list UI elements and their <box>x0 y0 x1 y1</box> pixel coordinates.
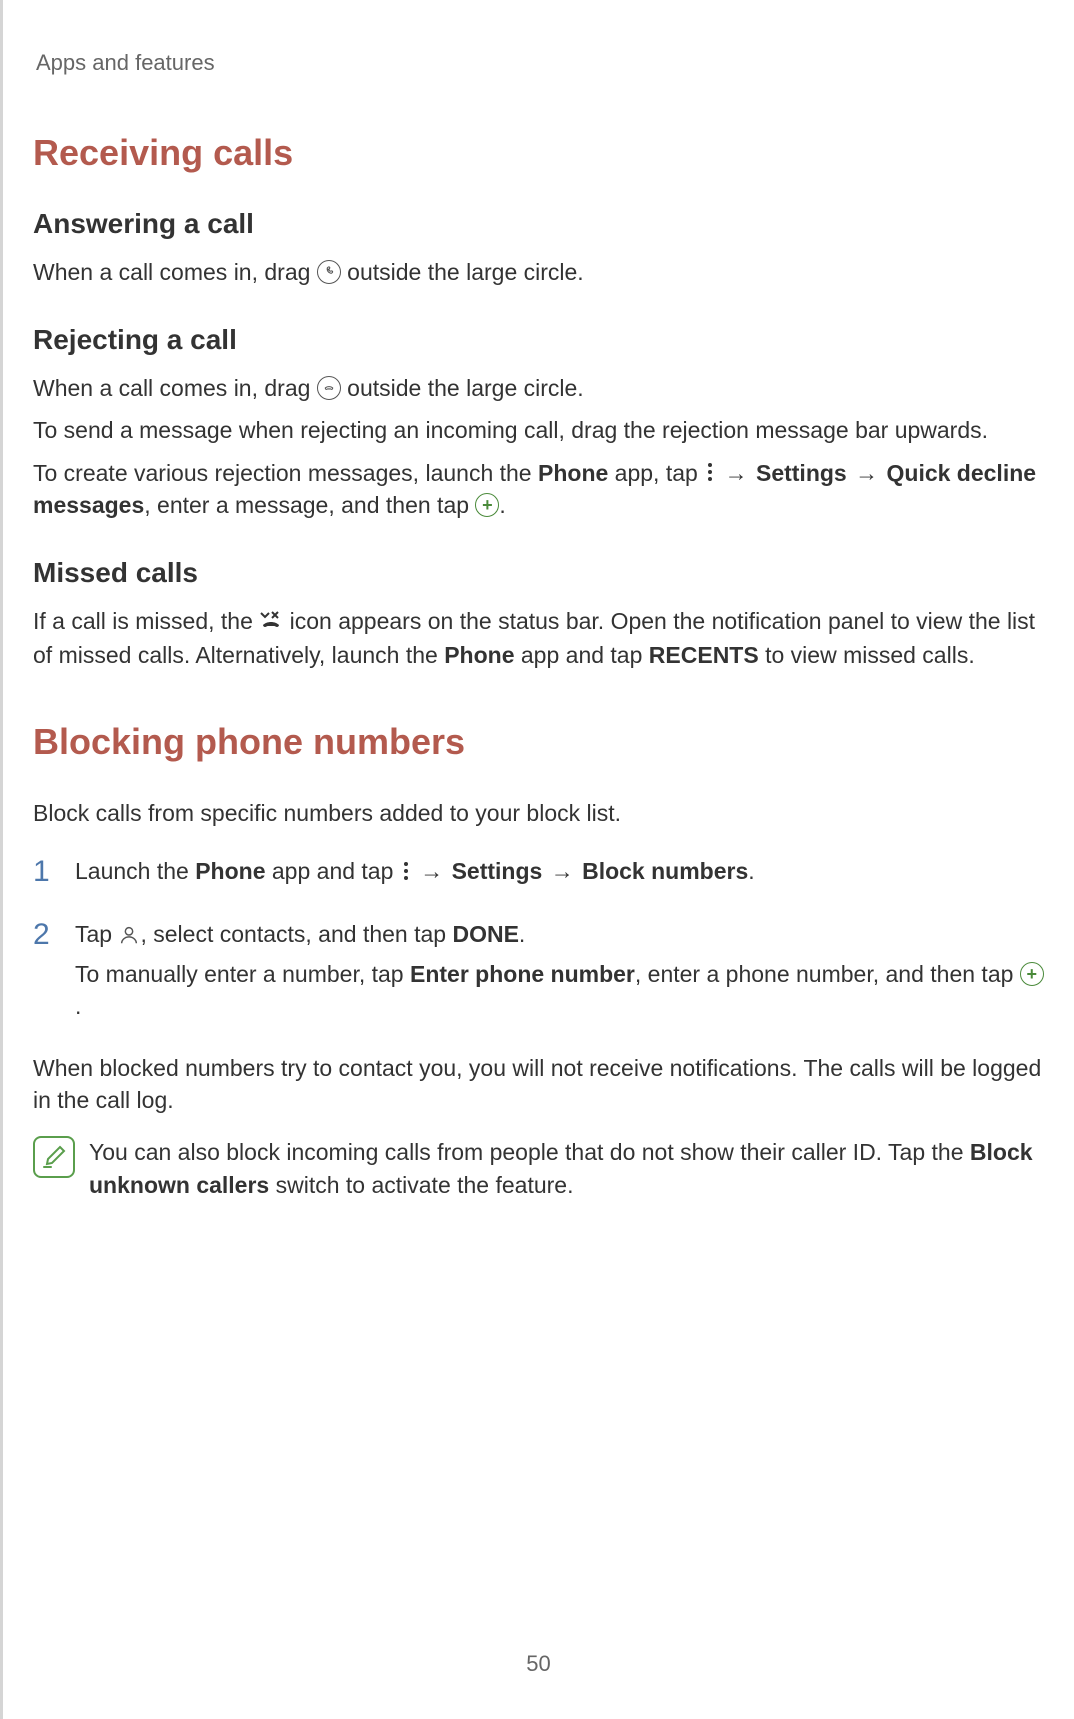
text: If a call is missed, the <box>33 608 259 634</box>
text: outside the large circle. <box>341 375 584 401</box>
missed-call-icon <box>259 605 283 637</box>
done-label: DONE <box>452 921 518 947</box>
section-blocking: Blocking phone numbers <box>33 721 1044 763</box>
settings-label: Settings <box>756 460 847 486</box>
text: , select contacts, and then tap <box>140 921 452 947</box>
subsection-answering: Answering a call <box>33 208 1044 240</box>
step-1-text: Launch the Phone app and tap → Settings … <box>75 855 1044 887</box>
step-2-p2: To manually enter a number, tap Enter ph… <box>75 958 1044 1022</box>
rejecting-p3: To create various rejection messages, la… <box>33 457 1044 521</box>
text: Tap <box>75 921 118 947</box>
rejecting-p1: When a call comes in, drag outside the l… <box>33 372 1044 404</box>
contact-icon <box>118 922 140 944</box>
page-header: Apps and features <box>36 50 1044 76</box>
add-icon: + <box>475 493 499 517</box>
text: To create various rejection messages, la… <box>33 460 538 486</box>
arrow-icon: → <box>723 460 750 486</box>
phone-app-label: Phone <box>195 858 265 884</box>
arrow-icon: → <box>418 858 445 884</box>
section-receiving-calls: Receiving calls <box>33 132 1044 174</box>
enter-phone-number-label: Enter phone number <box>410 961 635 987</box>
step-2-p1: Tap , select contacts, and then tap DONE… <box>75 918 1044 950</box>
subsection-missed: Missed calls <box>33 557 1044 589</box>
block-numbers-label: Block numbers <box>582 858 748 884</box>
text: . <box>748 858 754 884</box>
phone-app-label: Phone <box>538 460 608 486</box>
text: outside the large circle. <box>341 259 584 285</box>
step-2: 2 Tap , select contacts, and then tap DO… <box>33 918 1044 1031</box>
answering-text: When a call comes in, drag outside the l… <box>33 256 1044 288</box>
text: . <box>75 993 81 1019</box>
text: When a call comes in, drag <box>33 259 317 285</box>
settings-label: Settings <box>452 858 543 884</box>
add-icon: + <box>1020 962 1044 986</box>
text: , enter a phone number, and then tap <box>635 961 1020 987</box>
note-text: You can also block incoming calls from p… <box>89 1136 1044 1200</box>
phone-app-label: Phone <box>444 642 514 668</box>
call-reject-icon <box>317 376 341 400</box>
text: , enter a message, and then tap <box>144 492 475 518</box>
page-number: 50 <box>526 1651 550 1677</box>
call-answer-icon <box>317 260 341 284</box>
missed-text: If a call is missed, the icon appears on… <box>33 605 1044 671</box>
subsection-rejecting: Rejecting a call <box>33 324 1044 356</box>
text: app and tap <box>515 642 649 668</box>
blocking-intro: Block calls from specific numbers added … <box>33 797 1044 829</box>
text: app, tap <box>608 460 704 486</box>
text: . <box>519 921 525 947</box>
text: . <box>499 492 505 518</box>
recents-label: RECENTS <box>649 642 759 668</box>
text: to view missed calls. <box>759 642 975 668</box>
arrow-icon: → <box>853 460 880 486</box>
text: You can also block incoming calls from p… <box>89 1139 970 1165</box>
text: To manually enter a number, tap <box>75 961 410 987</box>
text: app and tap <box>266 858 400 884</box>
step-1: 1 Launch the Phone app and tap → Setting… <box>33 855 1044 895</box>
more-options-icon <box>400 862 412 880</box>
text: Launch the <box>75 858 195 884</box>
note-icon <box>33 1136 75 1178</box>
blocking-after: When blocked numbers try to contact you,… <box>33 1052 1044 1116</box>
arrow-icon: → <box>549 858 576 884</box>
rejecting-p2: To send a message when rejecting an inco… <box>33 414 1044 446</box>
more-options-icon <box>704 463 716 481</box>
step-number: 2 <box>33 918 75 1031</box>
step-number: 1 <box>33 855 75 895</box>
text: When a call comes in, drag <box>33 375 317 401</box>
note-box: You can also block incoming calls from p… <box>33 1136 1044 1200</box>
text: switch to activate the feature. <box>269 1172 573 1198</box>
